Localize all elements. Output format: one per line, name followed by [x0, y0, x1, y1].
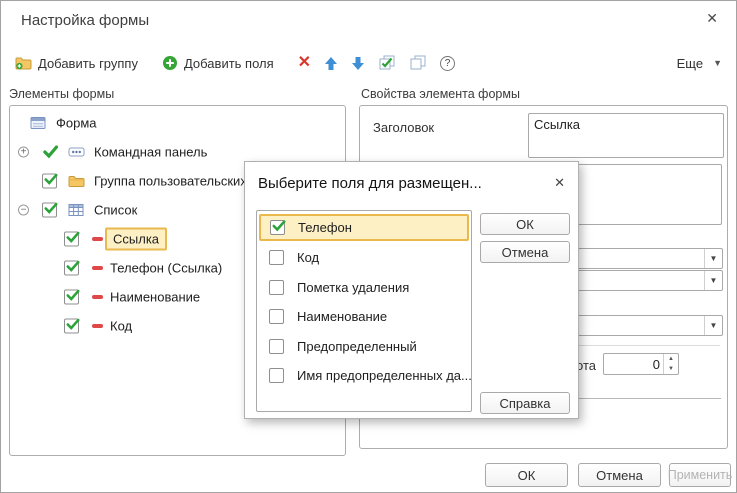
list-item-name[interactable]: Наименование	[257, 302, 471, 332]
field-icon	[92, 295, 103, 299]
field-icon	[92, 324, 103, 328]
command-bar-icon	[68, 147, 85, 157]
combo-arrow-icon[interactable]: ▼	[704, 249, 722, 268]
list-item-label: Имя предопределенных да...	[297, 368, 472, 383]
checkbox-checked[interactable]	[42, 173, 57, 188]
checkbox-checked[interactable]	[42, 202, 57, 217]
left-panel-header: Элементы формы	[9, 87, 114, 101]
tree-item-label: Телефон (Ссылка)	[110, 260, 222, 275]
checkbox-checked[interactable]	[64, 231, 79, 246]
list-item-label: Код	[297, 250, 319, 265]
visibility-check-icon[interactable]	[43, 145, 58, 158]
title-property-label: Заголовок	[373, 120, 434, 135]
checkbox-checked[interactable]	[64, 260, 79, 275]
tree-item-label: Код	[110, 318, 132, 333]
selected-tree-item-label[interactable]: Ссылка	[105, 227, 167, 250]
combo-arrow-icon[interactable]: ▼	[704, 271, 722, 290]
spin-down-icon[interactable]: ▼	[664, 364, 678, 374]
list-item-label: Пометка удаления	[297, 280, 409, 295]
checkbox-unchecked[interactable]	[269, 250, 284, 265]
combo-arrow-icon[interactable]: ▼	[704, 316, 722, 335]
apply-button-disabled: Применить	[669, 463, 731, 487]
list-item-deletion-mark[interactable]: Пометка удаления	[257, 273, 471, 303]
checkbox-unchecked[interactable]	[269, 368, 284, 383]
checkbox-unchecked[interactable]	[269, 339, 284, 354]
add-group-button[interactable]: Добавить группу	[15, 56, 138, 71]
add-fields-label: Добавить поля	[184, 56, 274, 71]
expander-minus-icon[interactable]: −	[18, 204, 29, 215]
dialog-ok-button[interactable]: ОК	[480, 213, 570, 235]
height-stepper[interactable]: ▲ ▼	[603, 353, 679, 375]
more-button[interactable]: Еще ▼	[677, 56, 722, 71]
add-group-label: Добавить группу	[38, 56, 138, 71]
checkbox-checked[interactable]	[64, 318, 79, 333]
dialog-help-button[interactable]: Справка	[480, 392, 570, 414]
list-item-predefined[interactable]: Предопределенный	[257, 332, 471, 362]
delete-icon[interactable]: ✕	[298, 55, 311, 71]
dialog-title: Выберите поля для размещен...	[258, 175, 482, 192]
checkbox-checked[interactable]	[64, 289, 79, 304]
more-label: Еще	[677, 56, 703, 71]
list-item-phone[interactable]: Телефон	[259, 214, 469, 241]
tree-item-label: Форма	[56, 115, 97, 130]
expander-plus-icon[interactable]: +	[18, 146, 29, 157]
window-title: Настройка формы	[21, 12, 149, 29]
folder-icon	[68, 174, 85, 187]
cancel-button[interactable]: Отмена	[578, 463, 661, 487]
list-item-label: Наименование	[297, 309, 387, 324]
add-fields-button[interactable]: Добавить поля	[162, 55, 274, 71]
tree-item-label: Командная панель	[94, 144, 207, 159]
field-icon	[92, 237, 103, 241]
right-panel-header: Свойства элемента формы	[361, 87, 520, 101]
tree-item-form[interactable]: Форма	[10, 108, 345, 137]
dialog-field-list: Телефон Код Пометка удаления Наименовани…	[256, 210, 472, 412]
list-item-label: Предопределенный	[297, 339, 417, 354]
ok-button[interactable]: ОК	[485, 463, 568, 487]
select-fields-dialog: Выберите поля для размещен... ✕ Телефон …	[244, 161, 579, 419]
move-down-icon[interactable]	[351, 56, 365, 71]
table-icon	[68, 203, 84, 216]
form-icon	[30, 116, 46, 129]
list-item-code[interactable]: Код	[257, 243, 471, 273]
dialog-close-icon[interactable]: ✕	[554, 175, 565, 191]
list-item-label: Телефон	[298, 220, 352, 235]
form-settings-window: Настройка формы ✕ Добавить группу Добави	[0, 0, 737, 493]
tree-item-label: Группа пользовательских	[94, 173, 247, 188]
move-up-icon[interactable]	[324, 56, 338, 71]
toolbar: Добавить группу Добавить поля ✕	[15, 51, 722, 75]
tree-item-label: Наименование	[110, 289, 200, 304]
height-value-input[interactable]	[608, 354, 660, 374]
uncheck-all-icon[interactable]	[409, 55, 427, 71]
checkbox-unchecked[interactable]	[269, 280, 284, 295]
window-close-icon[interactable]: ✕	[706, 10, 718, 27]
title-property-input[interactable]: Ссылка	[528, 113, 724, 158]
add-group-icon	[15, 56, 32, 70]
more-dropdown-arrow-icon: ▼	[713, 58, 722, 68]
field-icon	[92, 266, 103, 270]
dialog-cancel-button[interactable]: Отмена	[480, 241, 570, 263]
list-item-predefined-data-name[interactable]: Имя предопределенных да...	[257, 361, 471, 391]
add-fields-icon	[162, 55, 178, 71]
help-icon[interactable]: ?	[440, 56, 455, 71]
tree-item-label: Список	[94, 202, 137, 217]
checkbox-unchecked[interactable]	[269, 309, 284, 324]
check-all-icon[interactable]	[378, 55, 396, 71]
spin-up-icon[interactable]: ▲	[664, 354, 678, 364]
checkbox-checked[interactable]	[270, 220, 285, 235]
